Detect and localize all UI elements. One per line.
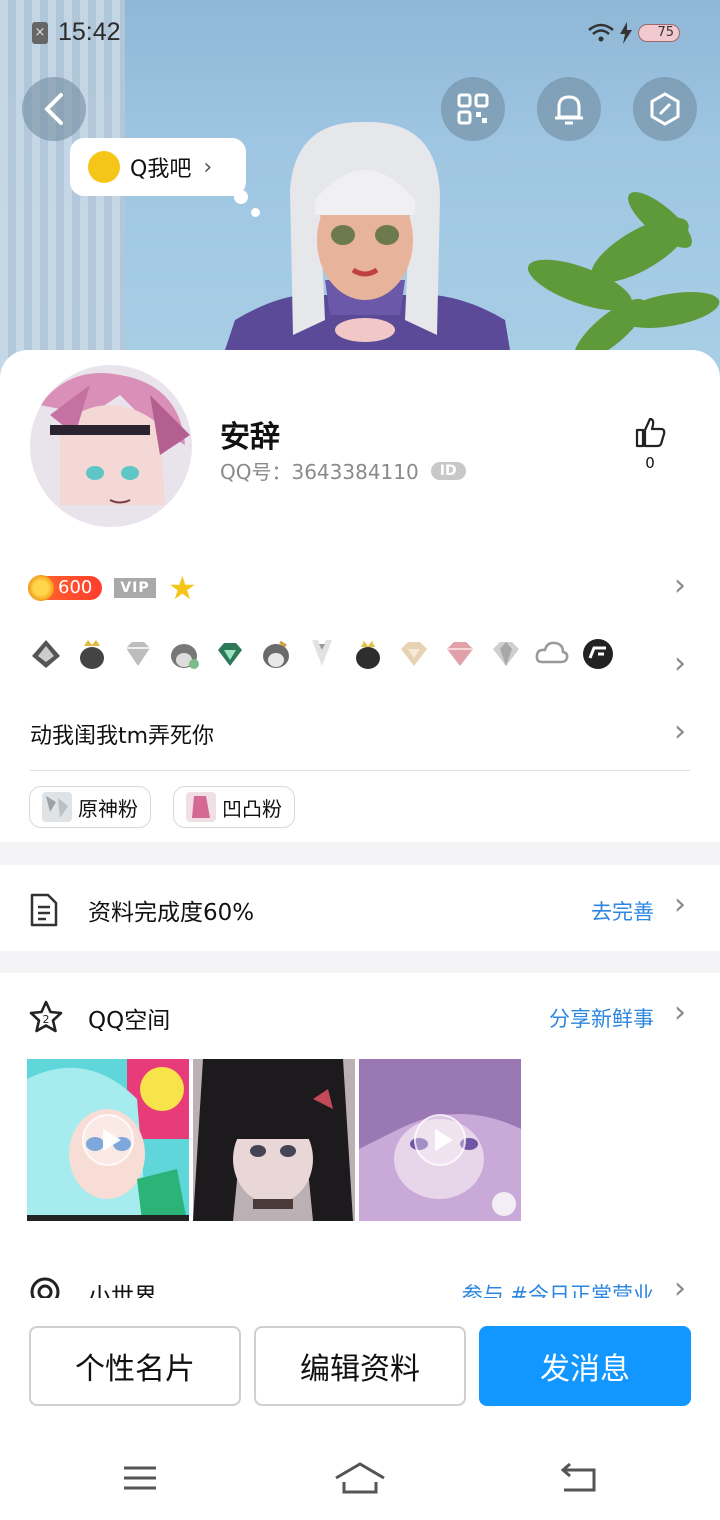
silver-diamond-badge-icon — [493, 642, 519, 666]
q-me-bubble[interactable]: Q我吧 › — [70, 138, 246, 196]
nickname: 安辞 — [220, 420, 280, 455]
profile-card: 安辞 QQ号：3643384110 ID 0 600 VIP ★ › › 动我闺… — [0, 350, 720, 842]
back-button[interactable] — [22, 77, 86, 141]
bell-icon — [555, 95, 583, 125]
vip-badge: VIP — [114, 578, 156, 598]
badge-list[interactable] — [28, 636, 616, 672]
status-bar: × 15:42 75 — [0, 0, 720, 64]
qr-code-icon — [457, 93, 489, 125]
notification-icon: × — [32, 22, 48, 44]
play-icon — [414, 1114, 466, 1166]
signature-text[interactable]: 动我闺我tm弄死你 — [30, 718, 214, 750]
king-penguin-badge-icon — [356, 641, 380, 669]
battery-indicator: 75 — [638, 24, 680, 42]
tuxedo-badge-icon — [312, 640, 332, 666]
wifi-icon — [588, 23, 614, 42]
id-badge[interactable]: ID — [430, 461, 466, 480]
chevron-right-icon[interactable]: › — [674, 995, 686, 1030]
qzone-photo-thumbnail[interactable] — [193, 1059, 355, 1221]
cf-game-badge-icon — [583, 639, 613, 669]
qzone-video-thumbnail[interactable] — [359, 1059, 521, 1221]
chevron-right-icon[interactable]: › — [674, 646, 686, 681]
share-news-link[interactable]: 分享新鲜事 — [549, 1003, 654, 1033]
star-icon: ★ — [168, 569, 197, 607]
qzone-number: 2 — [43, 1013, 50, 1026]
complete-link[interactable]: 去完善 — [591, 896, 654, 926]
home-icon[interactable] — [330, 1448, 390, 1508]
document-icon — [30, 893, 58, 927]
send-message-button[interactable]: 发消息 — [479, 1326, 691, 1406]
interest-tag[interactable]: 凹凸粉 — [173, 786, 295, 828]
play-icon — [82, 1114, 134, 1166]
smiley-icon — [88, 151, 120, 183]
cloud-badge-icon — [535, 641, 569, 664]
completion-title: 资料完成度60% — [88, 900, 255, 926]
tag-thumbnail-icon — [186, 792, 216, 822]
pink-diamond-badge-icon — [447, 642, 473, 666]
penguin-badge-2-icon — [263, 640, 289, 668]
avatar[interactable] — [30, 365, 192, 527]
crown-penguin-badge-icon — [80, 640, 104, 669]
qzone-video-thumbnail[interactable] — [27, 1059, 189, 1221]
chevron-right-icon: › — [203, 154, 213, 180]
interest-tag[interactable]: 原神粉 — [29, 786, 151, 828]
profile-completion-row[interactable]: 资料完成度60% 去完善 › — [0, 865, 720, 951]
charging-icon — [620, 22, 632, 44]
like-button[interactable]: 0 — [632, 416, 668, 472]
edit-profile-button[interactable]: 编辑资料 — [254, 1326, 466, 1406]
chevron-right-icon[interactable]: › — [674, 887, 686, 922]
thumbnail-image — [193, 1059, 355, 1221]
tag-thumbnail-icon — [42, 792, 72, 822]
tag-label: 凹凸粉 — [222, 796, 282, 821]
return-icon[interactable] — [550, 1448, 610, 1508]
bubble-dot — [234, 190, 248, 204]
3d-avatar-figure — [215, 121, 515, 380]
green-diamond-badge-icon — [218, 643, 242, 666]
diamond-badge-icon — [126, 642, 150, 666]
qq-number-text: QQ号：3643384110 — [220, 460, 419, 484]
penguin-plus-badge-icon — [171, 644, 199, 669]
q-me-label: Q我吧 — [130, 157, 192, 182]
like-count: 0 — [645, 454, 655, 472]
star-icon: 2 — [29, 1000, 63, 1033]
chevron-right-icon[interactable]: › — [674, 714, 686, 749]
bubble-dot-small — [251, 208, 260, 217]
notification-bell-button[interactable] — [537, 77, 601, 141]
settings-button[interactable] — [633, 77, 697, 141]
qr-code-button[interactable] — [441, 77, 505, 141]
penguin-badge-icon — [32, 640, 60, 668]
chevron-right-icon[interactable]: › — [674, 568, 686, 603]
bottom-action-bar: 个性名片 编辑资料 发消息 — [0, 1298, 720, 1520]
status-time: 15:42 — [58, 18, 121, 46]
divider — [30, 770, 690, 771]
gold-diamond-badge-icon — [401, 642, 427, 666]
menu-icon[interactable] — [110, 1448, 170, 1508]
level-coin-badge: 600 — [28, 575, 102, 601]
tag-label: 原神粉 — [78, 796, 138, 821]
back-icon — [44, 93, 63, 125]
personal-card-button[interactable]: 个性名片 — [29, 1326, 241, 1406]
qq-number: QQ号：3643384110 ID — [220, 456, 466, 485]
qzone-title[interactable]: QQ空间 — [88, 1001, 170, 1035]
thumbs-up-icon — [635, 417, 666, 448]
settings-hexagon-icon — [650, 92, 680, 126]
